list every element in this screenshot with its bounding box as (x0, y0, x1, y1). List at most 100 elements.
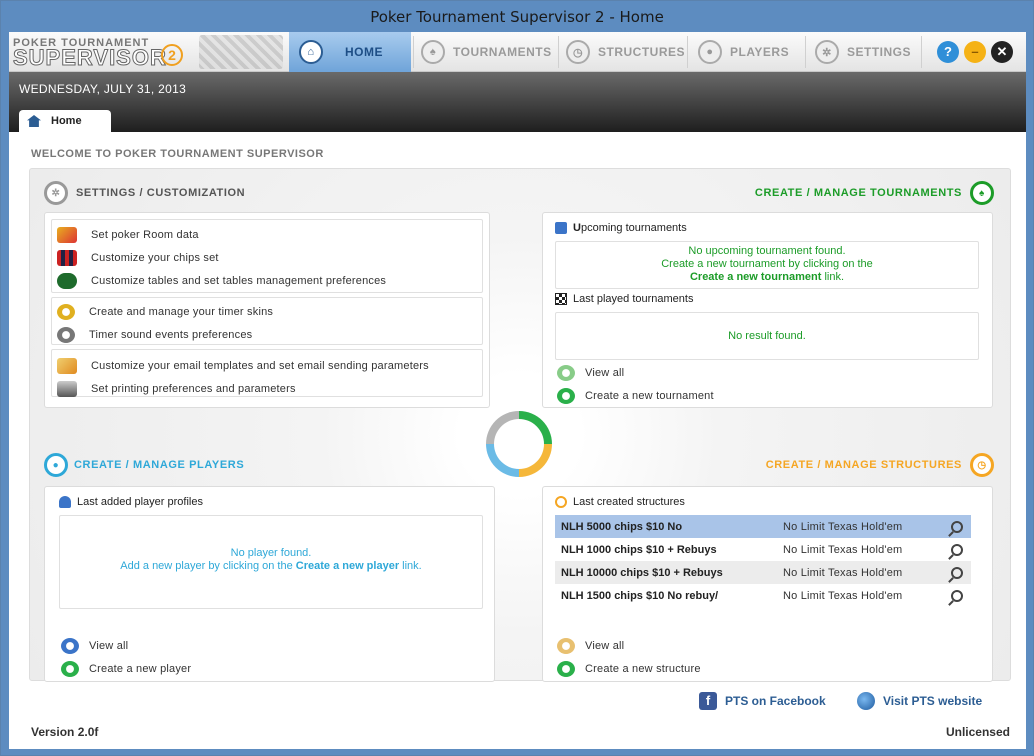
nav-divider (687, 36, 688, 68)
spade-icon: ♠ (421, 40, 445, 64)
structure-type: No Limit Texas Hold'em (777, 561, 945, 584)
settings-item-printing[interactable]: Set printing preferences and parameters (57, 381, 296, 397)
settings-item-label: Set printing preferences and parameters (91, 383, 296, 395)
magnifier-icon (951, 566, 963, 579)
nav-divider (413, 36, 414, 68)
tab-structures-label: STRUCTURES (598, 45, 686, 59)
create-tournament-inline-link[interactable]: Create a new tournament (690, 271, 821, 283)
view-all-tournaments-link[interactable]: View all (557, 365, 624, 381)
table-row[interactable]: NLH 10000 chips $10 + Rebuys No Limit Te… (555, 561, 971, 584)
tab-home-page[interactable]: Home (19, 110, 111, 132)
minimize-button[interactable]: – (964, 41, 986, 63)
top-navigation: POKER TOURNAMENT SUPERVISOR 2 ⌂ HOME ♠ T… (9, 32, 1026, 72)
settings-item-label: Customize tables and set tables manageme… (91, 275, 387, 287)
last-players-label: Last added player profiles (77, 496, 203, 508)
tab-settings-label: SETTINGS (847, 45, 912, 59)
view-structure-button[interactable] (945, 515, 971, 538)
view-structure-button[interactable] (945, 538, 971, 561)
upcoming-line1: No upcoming tournament found. (688, 245, 846, 257)
create-tournament-link[interactable]: Create a new tournament (557, 388, 714, 404)
upcoming-line2: Create a new tournament by clicking on t… (661, 258, 873, 270)
add-user-icon (61, 661, 79, 677)
clock-icon: ◷ (970, 453, 994, 477)
globe-icon (857, 692, 875, 710)
main-content: WELCOME TO POKER TOURNAMENT SUPERVISOR ✲… (9, 132, 1026, 749)
clock-icon (555, 496, 567, 508)
structure-type: No Limit Texas Hold'em (783, 543, 903, 556)
create-player-link[interactable]: Create a new player (61, 661, 191, 677)
tab-settings[interactable]: ✲ SETTINGS (815, 32, 925, 72)
last-played-message: No result found. (555, 312, 979, 360)
settings-item-label: Customize your email templates and set e… (91, 360, 429, 372)
tab-structures[interactable]: ◷ STRUCTURES (566, 32, 694, 72)
structures-section-title: CREATE / MANAGE STRUCTURES ◷ (766, 453, 994, 477)
nav-divider (558, 36, 559, 68)
printer-icon (57, 381, 77, 397)
create-tournament-label: Create a new tournament (585, 390, 714, 402)
house-icon (27, 115, 41, 127)
settings-item-label: Timer sound events preferences (89, 329, 253, 341)
upcoming-header-label: pcoming tournaments (580, 222, 687, 234)
room-icon (57, 227, 77, 243)
gear-icon: ✲ (44, 181, 68, 205)
settings-item-chips[interactable]: Customize your chips set (57, 250, 219, 266)
view-structure-button[interactable] (945, 584, 971, 607)
last-structures-label: Last created structures (573, 496, 685, 508)
magnifier-icon (951, 543, 963, 556)
nav-divider (921, 36, 922, 68)
dashboard: ✲ SETTINGS / CUSTOMIZATION Set poker Roo… (29, 168, 1011, 682)
table-icon (57, 273, 77, 289)
create-structure-link[interactable]: Create a new structure (557, 661, 701, 677)
close-button[interactable]: ✕ (991, 41, 1013, 63)
magnifier-icon (951, 520, 963, 533)
spade-icon: ♠ (970, 181, 994, 205)
settings-item-label: Create and manage your timer skins (89, 306, 274, 318)
tab-players-label: PLAYERS (730, 45, 790, 59)
settings-item-room[interactable]: Set poker Room data (57, 227, 199, 243)
tab-players[interactable]: ● PLAYERS (698, 32, 804, 72)
nav-divider (805, 36, 806, 68)
current-date: WEDNESDAY, JULY 31, 2013 (19, 82, 187, 96)
view-structure-button[interactable] (945, 561, 971, 584)
date-bar: WEDNESDAY, JULY 31, 2013 Home (9, 72, 1026, 132)
home-icon: ⌂ (299, 40, 323, 64)
view-all-players-link[interactable]: View all (61, 638, 128, 654)
app-logo: POKER TOURNAMENT SUPERVISOR 2 (13, 37, 193, 71)
view-all-label: View all (585, 640, 625, 652)
structure-name: NLH 5000 chips $10 No (555, 515, 777, 538)
view-all-structures-link[interactable]: View all (557, 638, 624, 654)
add-icon (557, 661, 575, 677)
table-row[interactable]: NLH 1000 chips $10 + Rebuys No Limit Tex… (555, 538, 971, 561)
settings-item-email[interactable]: Customize your email templates and set e… (57, 358, 429, 374)
user-icon: ● (698, 40, 722, 64)
settings-item-timer-skins[interactable]: Create and manage your timer skins (57, 304, 273, 320)
table-row[interactable]: NLH 1500 chips $10 No rebuy/ No Limit Te… (555, 584, 971, 607)
last-played-header: Last played tournaments (555, 293, 693, 305)
title-bar[interactable]: Poker Tournament Supervisor 2 - Home (1, 1, 1033, 32)
tab-tournaments[interactable]: ♠ TOURNAMENTS (421, 32, 557, 72)
no-player-text: No player found. (230, 547, 312, 559)
view-all-label: View all (585, 367, 625, 379)
structure-name: NLH 1000 chips $10 + Rebuys (561, 543, 717, 556)
help-button[interactable]: ? (937, 41, 959, 63)
version-label: Version 2.0f (31, 725, 99, 739)
logo-badge: 2 (161, 44, 183, 66)
facebook-link[interactable]: f PTS on Facebook (699, 692, 826, 710)
view-icon (557, 365, 575, 381)
upcoming-tail: link. (821, 271, 845, 283)
tab-home[interactable]: ⌂ HOME (289, 32, 411, 72)
upcoming-header: Upcoming tournaments (555, 222, 687, 234)
website-link[interactable]: Visit PTS website (857, 692, 982, 710)
settings-item-sound[interactable]: Timer sound events preferences (57, 327, 252, 343)
settings-item-tables[interactable]: Customize tables and set tables manageme… (57, 273, 386, 289)
license-status: Unlicensed (945, 725, 1010, 739)
view-all-label: View all (89, 640, 129, 652)
create-player-inline-link[interactable]: Create a new player (296, 560, 399, 572)
table-row[interactable]: NLH 5000 chips $10 No No Limit Texas Hol… (555, 515, 971, 538)
tab-tournaments-label: TOURNAMENTS (453, 45, 552, 59)
website-label: Visit PTS website (883, 694, 983, 708)
settings-title-label: SETTINGS / CUSTOMIZATION (76, 187, 246, 199)
facebook-label: PTS on Facebook (725, 694, 826, 708)
user-icon (59, 496, 71, 508)
last-played-label: Last played tournaments (573, 293, 694, 305)
